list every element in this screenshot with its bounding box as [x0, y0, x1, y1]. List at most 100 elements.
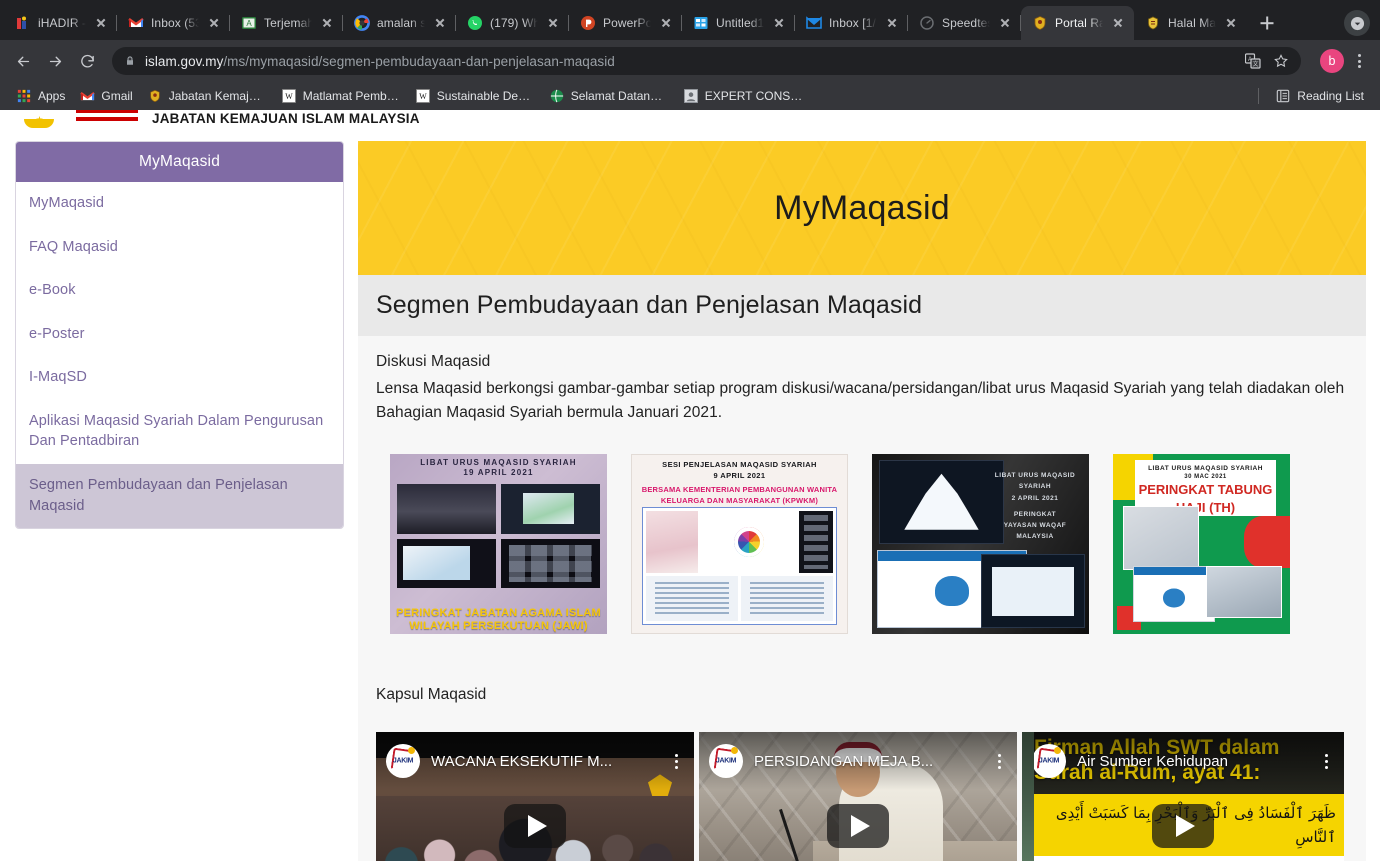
video-overlay-body-box: Telah timbul berbagai kerosakan dan bala… [1022, 856, 1344, 861]
close-icon[interactable] [93, 15, 109, 31]
video-menu-icon[interactable] [991, 750, 1007, 772]
jakim-icon [147, 88, 163, 104]
bookmark-sustainable[interactable]: W Sustainable Devel... [409, 85, 541, 107]
video-title[interactable]: PERSIDANGAN MEJA B... [754, 753, 980, 770]
chrome-menu-icon[interactable] [1346, 48, 1372, 74]
bookmark-label: EXPERT CONSUL... [704, 89, 803, 103]
browser-tab[interactable]: Inbox (53 [117, 6, 230, 40]
tab-title: Terjemah [264, 16, 312, 30]
close-icon[interactable] [319, 15, 335, 31]
wikipedia-icon: W [281, 88, 297, 104]
gallery-item[interactable]: LIBAT URUS MAQASID SYARIAH 30 MAC 2021 P… [1113, 454, 1290, 635]
video-embed[interactable]: JAKIM WACANA EKSEKUTIF M... Sesi SoalJaw… [376, 732, 694, 861]
browser-tab[interactable]: PowerPoi [569, 6, 682, 40]
browser-tab-active[interactable]: Portal Ras [1021, 6, 1134, 40]
play-button-icon[interactable] [827, 803, 889, 848]
gallery-caption-line1: BERSAMA KEMENTERIAN PEMBANGUNAN WANITA [641, 485, 838, 495]
sidebar-item-aplikasi-maqasid[interactable]: Aplikasi Maqasid Syariah Dalam Pengurusa… [16, 400, 343, 464]
bookmark-star-icon[interactable] [1273, 53, 1289, 69]
back-button[interactable] [8, 46, 38, 76]
bookmark-matlamat[interactable]: W Matlamat Pemban... [275, 85, 407, 107]
close-icon[interactable] [545, 15, 561, 31]
jakim-channel-logo-icon[interactable]: JAKIM [709, 744, 743, 779]
svg-text:W: W [419, 92, 427, 101]
translate-icon[interactable]: A文 [1245, 53, 1261, 69]
browser-tab[interactable]: A Terjemah [230, 6, 343, 40]
close-icon[interactable] [1223, 15, 1239, 31]
gallery-item[interactable]: SESI PENJELASAN MAQASID SYARIAH 9 APRIL … [631, 454, 848, 635]
gallery-title-line1: SESI PENJELASAN MAQASID SYARIAH [662, 460, 817, 470]
browser-tab[interactable]: iHADIR - [4, 6, 117, 40]
jakim-channel-logo-icon[interactable]: JAKIM [1032, 744, 1066, 779]
wikipedia-icon: W [415, 88, 431, 104]
gallery-caption-line2: YAYASAN WAQAF MALAYSIA [1003, 521, 1067, 540]
video-title[interactable]: Air Sumber Kehidupan [1077, 753, 1307, 770]
video-menu-icon[interactable] [1318, 750, 1334, 772]
close-icon[interactable] [884, 15, 900, 31]
bookmark-label: Selamat Datang k... [570, 89, 669, 103]
sidebar-item-imaqsd[interactable]: I-MaqSD [16, 356, 343, 400]
play-button-icon[interactable] [1152, 803, 1214, 848]
close-icon[interactable] [432, 15, 448, 31]
gallery-item-title: SESI PENJELASAN MAQASID SYARIAH 9 APRIL … [632, 460, 847, 481]
play-button-icon[interactable] [504, 803, 566, 848]
bookmark-jakim[interactable]: Jabatan Kemajuan... [141, 85, 273, 107]
reading-list-button[interactable]: Reading List [1269, 85, 1370, 107]
close-icon[interactable] [658, 15, 674, 31]
bookmark-apps[interactable]: Apps [10, 85, 71, 107]
video-embed[interactable]: The Everly PUTRAJAYA JAKIM PERSIDANGAN M… [699, 732, 1017, 861]
bookmarks-bar: Apps Gmail Jabatan Kemajuan... W Matlama… [0, 82, 1380, 110]
generic-site-icon [683, 88, 699, 104]
browser-tab[interactable]: amalan se [343, 6, 456, 40]
video-embed[interactable]: Firman Allah SWT dalam Surah al-Rum, aya… [1022, 732, 1344, 861]
browser-tab[interactable]: Inbox [1/1 [795, 6, 908, 40]
tab-title: Halal Mal [1168, 16, 1216, 30]
gallery-item-title: LIBAT URUS MAQASID SYARIAH 19 APRIL 2021 [390, 454, 607, 482]
close-icon[interactable] [997, 15, 1013, 31]
gallery-title-line1: LIBAT URUS MAQASID SYARIAH [420, 457, 577, 467]
gmail-icon [79, 88, 95, 104]
sidebar-item-segmen-pembudayaan[interactable]: Segmen Pembudayaan dan Penjelasan Maqasi… [16, 464, 343, 529]
sidebar-item-mymaqasid[interactable]: MyMaqasid [16, 182, 343, 226]
gallery-caption-line1: PERINGKAT [1013, 510, 1057, 518]
page-title-bar: Segmen Pembudayaan dan Penjelasan Maqasi… [358, 275, 1366, 336]
video-menu-icon[interactable] [668, 750, 684, 772]
gallery-item-caption: PERINGKAT JABATAN AGAMA ISLAM WILAYAH PE… [390, 607, 607, 632]
sidebar-item-eposter[interactable]: e-Poster [16, 313, 343, 357]
browser-tab[interactable]: Speedtes [908, 6, 1021, 40]
jata-negara-icon [18, 110, 62, 130]
bookmark-selamat-datang[interactable]: Selamat Datang k... [543, 85, 675, 107]
forward-button[interactable] [40, 46, 70, 76]
close-icon[interactable] [771, 15, 787, 31]
sidebar-item-faq-maqasid[interactable]: FAQ Maqasid [16, 226, 343, 270]
gallery-row: LIBAT URUS MAQASID SYARIAH 19 APRIL 2021… [390, 454, 1348, 635]
close-icon[interactable] [1110, 15, 1126, 31]
page-viewport: JABATAN KEMAJUAN ISLAM MALAYSIA MyMaqasi… [0, 110, 1380, 861]
bookmark-expert-consul[interactable]: EXPERT CONSUL... [677, 85, 809, 107]
browser-window: iHADIR - Inbox (53 A Terjemah amalan se … [0, 0, 1380, 861]
excel-favicon-icon [693, 15, 709, 31]
profile-avatar[interactable]: b [1320, 49, 1344, 73]
profile-chip-icon[interactable] [1344, 10, 1370, 36]
page-title: Segmen Pembudayaan dan Penjelasan Maqasi… [376, 291, 923, 319]
url-path: /ms/mymaqasid/segmen-pembudayaan-dan-pen… [223, 53, 615, 69]
sidebar-column: MyMaqasid MyMaqasid FAQ Maqasid e-Book e… [0, 132, 358, 861]
reload-button[interactable] [72, 46, 102, 76]
bookmark-label: Matlamat Pemban... [302, 89, 401, 103]
bookmark-gmail[interactable]: Gmail [73, 85, 138, 107]
gallery-image-collage [642, 507, 837, 626]
gallery-item[interactable]: LIBAT URUS MAQASID SYARIAH 2 APRIL 2021 … [872, 454, 1089, 635]
gallery-item[interactable]: LIBAT URUS MAQASID SYARIAH 19 APRIL 2021… [390, 454, 607, 635]
tab-title: amalan se [377, 16, 425, 30]
new-tab-button[interactable] [1253, 9, 1281, 37]
gallery-image-collage [1123, 506, 1199, 571]
browser-tab[interactable]: Halal Mal [1134, 6, 1247, 40]
browser-tab[interactable]: (179) Wha [456, 6, 569, 40]
video-title[interactable]: WACANA EKSEKUTIF M... [431, 753, 657, 770]
sidebar-item-ebook[interactable]: e-Book [16, 269, 343, 313]
browser-tab[interactable]: Untitled1 [682, 6, 795, 40]
bookmark-label: Apps [38, 89, 66, 103]
address-bar[interactable]: islam.gov.my/ms/mymaqasid/segmen-pembuda… [112, 47, 1301, 75]
close-icon[interactable] [206, 15, 222, 31]
jakim-channel-logo-icon[interactable]: JAKIM [386, 744, 420, 779]
